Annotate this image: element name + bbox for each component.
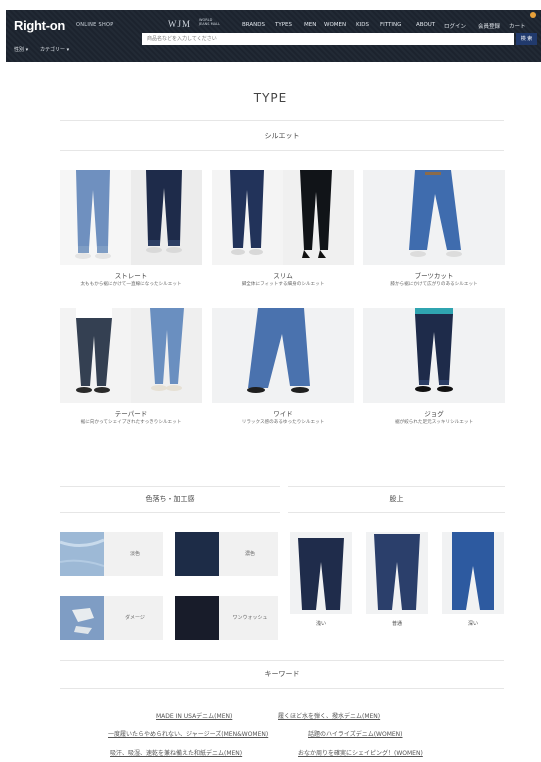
divider <box>60 150 504 151</box>
damage-wash-swatch <box>60 596 104 640</box>
keyword-link[interactable]: 吸汗、吸湿、速乾を兼ね備えた和紙デニム(MEN) <box>110 748 242 757</box>
nav-fitting[interactable]: FITTING <box>380 22 401 28</box>
keyword-link[interactable]: 履くほど水を弾く、撥水デニム(MEN) <box>278 711 380 720</box>
search-input[interactable] <box>142 33 514 45</box>
wash-item-dark[interactable]: 濃色 <box>175 532 278 576</box>
slim-jeans-photo[interactable] <box>212 170 354 265</box>
rise-label: 普通 <box>391 621 402 627</box>
nav-women[interactable]: WOMEN <box>324 22 346 28</box>
tapered-jeans-photo[interactable] <box>60 308 202 403</box>
silhouette-description: 裾に向かってシェイプされたすっきりシルエット <box>80 420 182 425</box>
wash-item-damage[interactable]: ダメージ <box>60 596 163 640</box>
divider <box>288 512 505 513</box>
silhouette-description: 脚全体にフィットする細身のシルエット <box>241 282 325 287</box>
wash-label: 濃色 <box>244 550 255 557</box>
cart-icon[interactable] <box>530 12 536 18</box>
silhouette-description: 裾が絞られた足元スッキリシルエット <box>394 420 474 425</box>
low-rise-jeans-photo[interactable] <box>290 532 352 614</box>
light-wash-swatch <box>59 532 105 576</box>
silhouette-description: リラックス感のあるゆったりシルエット <box>241 420 325 425</box>
divider <box>60 512 280 513</box>
nav-men[interactable]: MEN <box>304 22 316 28</box>
keyword-link[interactable]: MADE IN USAデニム(MEN) <box>156 711 232 720</box>
divider <box>60 486 280 487</box>
rise-section-title: 股上 <box>389 495 404 503</box>
divider <box>60 120 504 121</box>
nav-brands[interactable]: BRANDS <box>242 22 265 28</box>
category-dropdown[interactable]: カテゴリー ▾ <box>40 46 69 53</box>
silhouette-name: ワイド <box>273 410 293 418</box>
nav-cart[interactable]: カート <box>509 22 526 30</box>
silhouette-name: ストレート <box>114 272 148 280</box>
onewash-swatch <box>175 596 219 640</box>
regular-rise-jeans-photo[interactable] <box>366 532 428 614</box>
site-logo[interactable]: Right-on <box>14 18 65 33</box>
nav-register[interactable]: 会員登録 <box>478 22 500 30</box>
rise-label: 深い <box>467 621 478 627</box>
keyword-section-title: キーワード <box>264 670 300 678</box>
nav-kids[interactable]: KIDS <box>356 22 369 28</box>
nav-types[interactable]: TYPES <box>275 22 292 28</box>
high-rise-jeans-photo[interactable] <box>442 532 504 614</box>
silhouette-name: テーパード <box>114 410 148 418</box>
silhouette-description: 膝から裾にかけて広がりのあるシルエット <box>390 282 478 287</box>
page-title: TYPE <box>253 91 288 105</box>
wash-label: ワンウォッシュ <box>232 614 268 621</box>
site-logo-subtitle: ONLINE SHOP <box>76 22 114 28</box>
nav-login[interactable]: ログイン <box>444 22 466 30</box>
divider <box>288 486 505 487</box>
wash-section-title: 色落ち・加工感 <box>145 495 195 503</box>
wash-label: ダメージ <box>125 614 145 621</box>
silhouette-name: ジョグ <box>424 410 444 418</box>
search-button[interactable]: 検 索 <box>516 33 537 45</box>
rise-label: 浅い <box>315 621 326 627</box>
straight-jeans-photo[interactable] <box>60 170 202 265</box>
wash-item-onewash[interactable]: ワンウォッシュ <box>175 596 278 640</box>
keyword-link[interactable]: 話題のハイライズデニム(WOMEN) <box>308 729 403 738</box>
bootcut-jeans-photo[interactable] <box>363 170 505 265</box>
silhouette-section-title: シルエット <box>264 132 300 140</box>
nav-about[interactable]: ABOUT <box>416 22 435 28</box>
gender-dropdown[interactable]: 性別 ▾ <box>14 46 28 53</box>
wash-label: 淡色 <box>129 550 140 557</box>
divider <box>60 660 504 661</box>
silhouette-description: 太ももから裾にかけて一直線になったシルエット <box>80 282 182 287</box>
wjm-logo-subtitle: WORLD JEANS MALL <box>199 18 220 26</box>
divider <box>60 688 504 689</box>
wide-jeans-photo[interactable] <box>212 308 354 403</box>
jog-jeans-photo[interactable] <box>363 308 505 403</box>
silhouette-name: スリム <box>273 272 293 280</box>
silhouette-name: ブーツカット <box>414 272 454 280</box>
wash-item-light[interactable]: 淡色 <box>59 532 163 576</box>
keyword-link[interactable]: おなか周りを確実にシェイピング！(WOMEN) <box>298 748 423 757</box>
keyword-link[interactable]: 一度履いたらやめられない、ジャージーズ(MEN&WOMEN) <box>108 729 268 738</box>
dark-wash-swatch <box>175 532 219 576</box>
wjm-logo[interactable]: WJM <box>168 19 191 29</box>
